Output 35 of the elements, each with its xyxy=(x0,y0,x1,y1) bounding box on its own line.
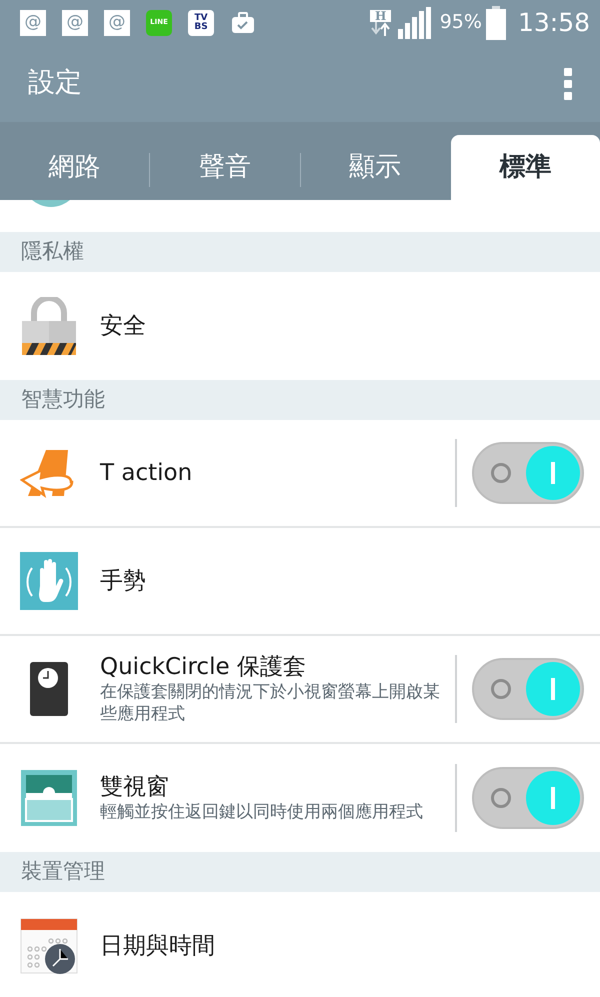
item-title: 雙視窗 xyxy=(100,772,170,802)
mail-notification-icon: @ xyxy=(20,10,46,36)
settings-item[interactable]: 安全 xyxy=(0,272,600,380)
split-window-icon xyxy=(20,769,78,827)
section-header: 裝置管理 xyxy=(0,852,600,892)
calendar-clock-icon xyxy=(20,917,78,975)
settings-item[interactable]: 日期與時間 xyxy=(0,892,600,997)
section-header: 隱私權 xyxy=(0,232,600,272)
item-title: QuickCircle 保護套 xyxy=(100,652,307,682)
mail-notification-icon: @ xyxy=(104,10,130,36)
item-description: 在保護套關閉的情況下於小視窗螢幕上開啟某些應用程式 xyxy=(100,681,441,726)
clock-time: 13:58 xyxy=(518,6,590,39)
item-title: T action xyxy=(100,458,194,488)
hand-gesture-icon xyxy=(20,552,78,610)
tv-notification-icon: TV BS xyxy=(188,10,214,36)
battery-icon xyxy=(486,6,506,40)
item-title: 安全 xyxy=(100,312,147,340)
mail-notification-icon: @ xyxy=(62,10,88,36)
padlock-icon xyxy=(20,297,78,355)
tab[interactable]: 標準 xyxy=(450,135,600,200)
tab[interactable]: 聲音 xyxy=(150,135,300,200)
item-title: 日期與時間 xyxy=(100,932,216,960)
settings-item[interactable]: QuickCircle 保護套 在保護套關閉的情況下於小視窗螢幕上開啟某些應用程式 xyxy=(0,636,600,744)
screen-title: 設定 xyxy=(28,66,82,100)
briefcase-icon xyxy=(231,12,255,34)
settings-item[interactable]: T action xyxy=(0,420,600,528)
section-header: 智慧功能 xyxy=(0,380,600,420)
settings-item[interactable]: 雙視窗 輕觸並按住返回鍵以同時使用兩個應用程式 xyxy=(0,744,600,852)
item-title: 手勢 xyxy=(100,566,147,596)
item-description: 輕觸並按住返回鍵以同時使用兩個應用程式 xyxy=(100,801,424,824)
tab[interactable]: 顯示 xyxy=(300,135,450,200)
settings-item[interactable]: 手勢 xyxy=(0,528,600,636)
battery-percent: 95% xyxy=(440,10,482,36)
tab[interactable]: 網路 xyxy=(0,135,150,200)
signal-icon xyxy=(398,6,432,38)
